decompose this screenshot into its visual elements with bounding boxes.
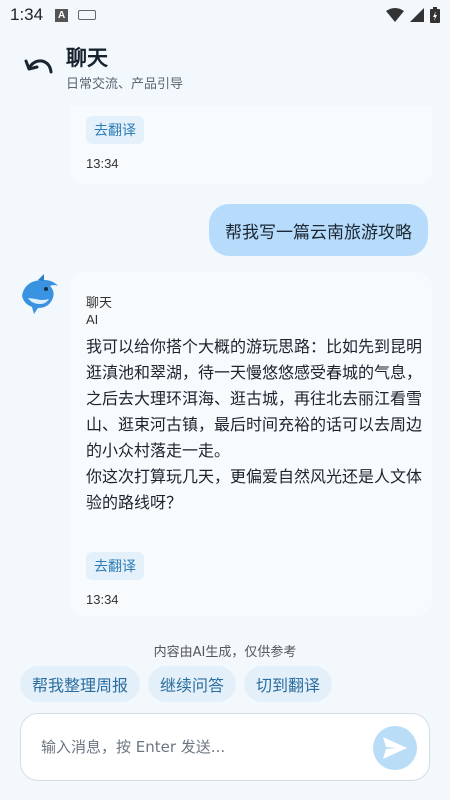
status-indicators xyxy=(386,7,440,23)
message-composer xyxy=(20,713,430,781)
signal-icon xyxy=(410,8,424,22)
bot-message-paragraph: 我可以给你搭个大概的游玩思路：比如先到昆明逛滇池和翠湖，待一天慢悠悠感受春城的气… xyxy=(86,337,423,460)
user-message-bubble: 帮我写一篇云南旅游攻略 xyxy=(209,204,428,256)
status-bar: 1:34 A xyxy=(0,0,450,30)
battery-icon xyxy=(430,7,440,23)
page-title: 聊天 xyxy=(66,46,108,70)
bot-message-paragraph: 你这次打算玩几天，更偏爱自然风光还是人文体验的路线呀？ xyxy=(86,467,423,512)
wifi-icon xyxy=(386,8,404,22)
message-input[interactable] xyxy=(41,714,361,780)
chat-header: 聊天 日常交流、产品引导 xyxy=(0,30,450,106)
page-subtitle: 日常交流、产品引导 xyxy=(66,77,184,92)
bot-message-card: 聊天 AI 我可以给你搭个大概的游玩思路：比如先到昆明逛滇池和翠湖，待一天慢悠悠… xyxy=(70,272,432,616)
app-notification-icon: A xyxy=(55,8,69,22)
send-button[interactable] xyxy=(373,726,417,770)
status-time: 1:34 xyxy=(10,5,44,24)
message-time: 13:34 xyxy=(86,156,119,171)
undo-arrow-icon xyxy=(24,59,53,74)
suggestion-weekly-report[interactable]: 帮我整理周报 xyxy=(20,666,141,702)
paper-plane-icon xyxy=(383,737,407,759)
keyboard-icon xyxy=(78,10,97,20)
suggestion-switch-translate[interactable]: 切到翻译 xyxy=(244,666,333,702)
bot-model-label: AI xyxy=(86,312,99,327)
back-button[interactable] xyxy=(22,52,56,82)
bot-avatar xyxy=(18,274,62,314)
suggestion-chips: 帮我整理周报 继续问答 切到翻译 xyxy=(20,666,333,702)
chat-message-list[interactable]: 去翻译 13:34 帮我写一篇云南旅游攻略 聊天 AI 我可以给你搭个大概的游玩… xyxy=(0,106,450,636)
suggestion-continue-qa[interactable]: 继续问答 xyxy=(148,666,237,702)
translate-button[interactable]: 去翻译 xyxy=(86,552,144,580)
message-time: 13:34 xyxy=(86,592,119,607)
previous-bot-message: 去翻译 13:34 xyxy=(70,106,432,184)
translate-button[interactable]: 去翻译 xyxy=(86,116,144,144)
bot-name: 聊天 xyxy=(86,296,113,311)
dolphin-icon xyxy=(22,274,58,314)
ai-disclaimer: 内容由AI生成，仅供参考 xyxy=(153,645,297,660)
bot-message-text: 我可以给你搭个大概的游玩思路：比如先到昆明逛滇池和翠湖，待一天慢悠悠感受春城的气… xyxy=(86,334,422,516)
